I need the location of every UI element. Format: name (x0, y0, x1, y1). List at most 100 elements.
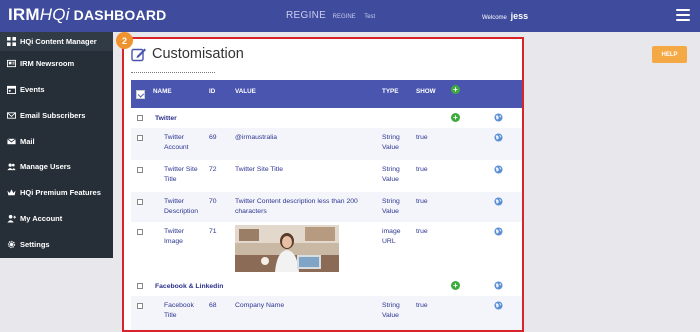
table-header: NAME ID VALUE TYPE SHOW + (131, 80, 522, 108)
row-show[interactable]: true (416, 197, 428, 207)
globe-icon[interactable] (494, 113, 503, 122)
group-name[interactable]: Twitter (155, 114, 177, 124)
edit-icon (131, 48, 146, 61)
globe-icon[interactable] (494, 227, 503, 236)
row-id: 70 (209, 198, 217, 205)
globe-icon[interactable] (494, 197, 503, 206)
row-value[interactable]: @irmaustralia (235, 133, 375, 143)
sidebar-item-label: IRM Newsroom (20, 59, 75, 69)
row-type: String Value (382, 166, 400, 183)
col-type[interactable]: TYPE (382, 88, 398, 95)
top-bar: IRMHQi DASHBOARD REGINE REGINE Test Welco… (0, 0, 700, 32)
menu-icon[interactable] (676, 9, 690, 21)
group-row-twitter: Twitter + (131, 108, 522, 128)
user-plus-icon (6, 213, 16, 223)
welcome-text: Welcome jess (482, 11, 528, 21)
col-id[interactable]: ID (209, 88, 215, 95)
welcome-label: Welcome (482, 15, 507, 21)
col-show[interactable]: SHOW (416, 88, 436, 95)
row-name[interactable]: Facebook Title (164, 301, 204, 321)
sidebar-item-label: My Account (20, 213, 63, 223)
row-value[interactable]: Company Name (235, 301, 375, 311)
sidebar-item-label: HQi Premium Features (20, 188, 101, 198)
sidebar-item-irm-newsroom[interactable]: IRM Newsroom (0, 51, 113, 77)
sidebar-item-hqi-premium-features[interactable]: HQi Premium Features (0, 180, 113, 206)
row-id: 69 (209, 134, 217, 141)
row-type: String Value (382, 198, 400, 215)
title-divider (131, 72, 215, 73)
sidebar-item-email-subscribers[interactable]: Email Subscribers (0, 103, 113, 129)
row-id: 72 (209, 166, 217, 173)
globe-icon[interactable] (494, 133, 503, 142)
envelope-icon (6, 110, 16, 120)
row-checkbox[interactable] (137, 229, 143, 235)
sidebar-item-label: Mail (20, 136, 35, 146)
logo-hqi: HQi (39, 5, 70, 24)
app-logo[interactable]: IRMHQi DASHBOARD (8, 5, 166, 25)
row-type: image URL (382, 228, 401, 245)
row-checkbox[interactable] (137, 283, 143, 289)
sidebar-item-mail[interactable]: Mail (0, 128, 113, 154)
group-name[interactable]: Facebook & Linkedin (155, 282, 223, 292)
page-title-text: Customisation (152, 46, 244, 62)
row-checkbox[interactable] (137, 303, 143, 309)
add-item-icon[interactable]: + (451, 113, 460, 122)
sidebar-item-label: Settings (20, 239, 50, 249)
grid-icon (6, 37, 16, 47)
row-show[interactable]: true (416, 301, 428, 311)
calendar-icon (6, 85, 16, 95)
environment-label: Test (364, 14, 376, 20)
add-group-icon[interactable]: + (451, 85, 460, 94)
col-name[interactable]: NAME (153, 88, 172, 95)
page-title: Customisation (131, 46, 244, 62)
select-all-checkbox[interactable] (136, 90, 145, 99)
sidebar-item-label: Events (20, 85, 45, 95)
table-row: Twitter Description 70 Twitter Content d… (131, 192, 522, 222)
help-button[interactable]: HELP (652, 46, 687, 63)
row-id: 71 (209, 228, 217, 235)
gear-icon (6, 239, 16, 249)
group-row-facebook-linkedin: Facebook & Linkedin + (131, 276, 522, 296)
table-row: Twitter Site Title 72 Twitter Site Title… (131, 160, 522, 192)
sidebar-item-label: Manage Users (20, 162, 71, 172)
step-badge: 2 (116, 32, 133, 49)
row-checkbox[interactable] (137, 199, 143, 205)
user-name[interactable]: jess (511, 11, 529, 21)
row-name[interactable]: Twitter Site Title (164, 165, 204, 185)
row-name[interactable]: Twitter Account (164, 133, 204, 153)
client-info: REGINE REGINE Test (286, 10, 381, 21)
sidebar-item-events[interactable]: Events (0, 77, 113, 103)
mail-icon (6, 136, 16, 146)
customisation-panel: Customisation NAME ID VALUE TYPE SHOW + … (122, 37, 524, 332)
add-item-icon[interactable]: + (451, 281, 460, 290)
row-show[interactable]: true (416, 133, 428, 143)
sidebar-item-manage-users[interactable]: Manage Users (0, 154, 113, 180)
client-name: REGINE (286, 10, 327, 21)
sidebar: HQi Content Manager IRM Newsroom Events … (0, 32, 113, 258)
row-type: String Value (382, 302, 400, 319)
row-type: String Value (382, 134, 400, 151)
row-show[interactable]: true (416, 227, 428, 237)
globe-icon[interactable] (494, 281, 503, 290)
globe-icon[interactable] (494, 301, 503, 310)
row-value[interactable]: Twitter Site Title (235, 165, 375, 175)
row-name[interactable]: Twitter Image (164, 227, 204, 247)
client-code: REGINE (332, 14, 356, 20)
row-checkbox[interactable] (137, 115, 143, 121)
globe-icon[interactable] (494, 165, 503, 174)
sidebar-item-my-account[interactable]: My Account (0, 206, 113, 232)
row-name[interactable]: Twitter Description (164, 197, 206, 217)
users-icon (6, 162, 16, 172)
sidebar-item-settings[interactable]: Settings (0, 231, 113, 257)
row-show[interactable]: true (416, 165, 428, 175)
row-value[interactable]: Twitter Content description less than 20… (235, 197, 379, 217)
sidebar-item-hqi-content-manager[interactable]: HQi Content Manager (0, 32, 113, 51)
col-value[interactable]: VALUE (235, 88, 256, 95)
table-row: Facebook Title 68 Company Name String Va… (131, 296, 522, 330)
logo-irm: IRM (8, 5, 40, 24)
row-id: 68 (209, 302, 217, 309)
row-checkbox[interactable] (137, 135, 143, 141)
row-checkbox[interactable] (137, 167, 143, 173)
logo-dashboard: DASHBOARD (73, 7, 167, 23)
twitter-image-thumbnail[interactable] (235, 225, 339, 272)
